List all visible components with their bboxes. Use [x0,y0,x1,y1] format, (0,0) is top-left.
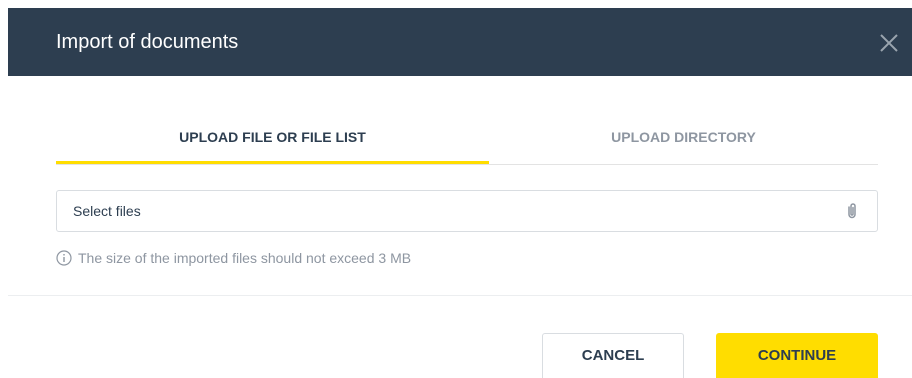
continue-button[interactable]: CONTINUE [716,333,878,378]
tab-upload-directory[interactable]: UPLOAD DIRECTORY [489,116,878,164]
cancel-button[interactable]: CANCEL [542,333,684,378]
paperclip-icon[interactable] [844,202,860,220]
tab-upload-file-or-file-list[interactable]: UPLOAD FILE OR FILE LIST [56,116,489,164]
close-icon [880,34,898,52]
dialog-title: Import of documents [56,31,239,53]
file-size-hint-text: The size of the imported files should no… [78,250,412,266]
select-files-input[interactable]: Select files [56,190,878,232]
close-button[interactable] [878,32,900,54]
import-documents-dialog: Import of documents UPLOAD FILE OR FILE … [0,0,912,378]
info-icon [56,250,72,266]
file-size-hint: The size of the imported files should no… [56,249,411,267]
upload-tabs: UPLOAD FILE OR FILE LIST UPLOAD DIRECTOR… [56,116,878,165]
footer-divider [8,295,912,296]
select-files-placeholder: Select files [73,203,141,219]
dialog-header: Import of documents [8,8,912,76]
